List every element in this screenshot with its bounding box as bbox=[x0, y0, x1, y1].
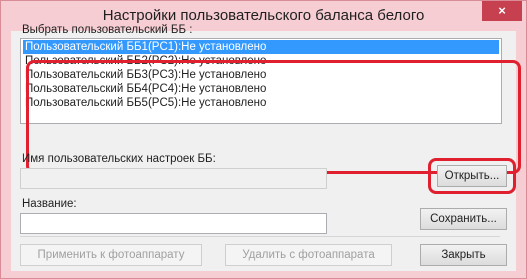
settings-name-label: Имя пользовательских настроек ББ: bbox=[22, 153, 216, 165]
save-button[interactable]: Сохранить... bbox=[420, 208, 507, 230]
wb-list-item-pc1[interactable]: Пользовательский ББ1(PC1):Не установлено bbox=[23, 40, 499, 54]
wb-list-item-pc3[interactable]: Пользовательский ББ3(PC3):Не установлено bbox=[23, 68, 499, 82]
custom-wb-listbox[interactable]: Пользовательский ББ1(PC1):Не установлено… bbox=[20, 38, 502, 124]
name-label: Название: bbox=[22, 198, 77, 210]
wb-list-item-pc2[interactable]: Пользовательский ББ2(PC2):Не установлено bbox=[23, 54, 499, 68]
apply-to-camera-button: Применить к фотоаппарату bbox=[20, 244, 202, 266]
wb-list-label: Выбрать пользовательский ББ : bbox=[22, 24, 193, 36]
open-button[interactable]: Открыть... bbox=[437, 165, 507, 187]
close-icon[interactable]: × bbox=[482, 1, 522, 21]
close-button[interactable]: Закрыть bbox=[420, 244, 507, 266]
delete-from-camera-button: Удалить с фотоаппарата bbox=[225, 244, 392, 266]
wb-list-item-pc5[interactable]: Пользовательский ББ5(PC5):Не установлено bbox=[23, 96, 499, 110]
wb-list-item-pc4[interactable]: Пользовательский ББ4(PC4):Не установлено bbox=[23, 82, 499, 96]
settings-name-field bbox=[20, 168, 327, 189]
name-input[interactable] bbox=[20, 213, 327, 234]
footer-divider bbox=[20, 236, 500, 237]
